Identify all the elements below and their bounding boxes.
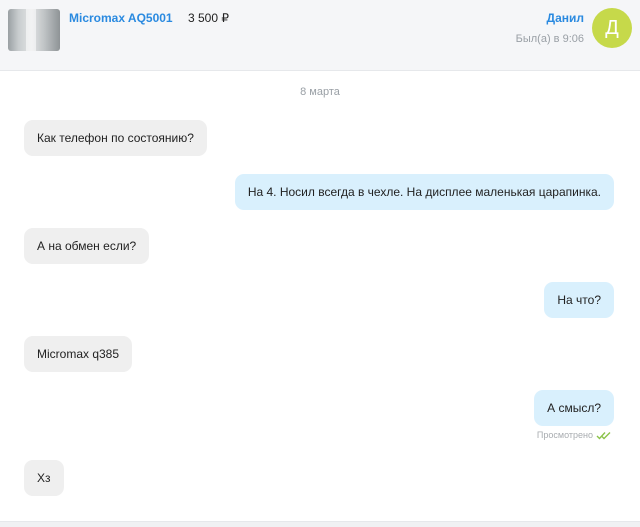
message-incoming: Как телефон по состоянию? (24, 120, 207, 156)
thumbnail-shine (26, 9, 36, 51)
message-incoming: Micromax q385 (24, 336, 133, 372)
date-separator: 8 марта (300, 86, 340, 98)
double-check-icon (596, 431, 611, 440)
message-outgoing: На 4. Носил всегда в чехле. На дисплее м… (234, 174, 614, 210)
read-status-label: Просмотрено (536, 430, 593, 440)
contact-avatar[interactable]: Д (592, 8, 632, 48)
contact-name-link[interactable]: Данил (547, 11, 584, 25)
read-status: Просмотрено (537, 430, 612, 440)
chat-header: Micromax AQ5001 3 500 ₽ Данил Был(а) в 9… (0, 0, 640, 71)
message-outgoing: А смысл? (534, 390, 614, 426)
listing-title-link[interactable]: Micromax AQ5001 (69, 11, 173, 25)
last-seen-status: Был(а) в 9:06 (515, 33, 584, 45)
listing-thumbnail[interactable] (8, 9, 60, 51)
footer-divider (0, 521, 640, 527)
message-incoming: А на обмен если? (24, 228, 150, 264)
message-outgoing: На что? (544, 282, 614, 318)
listing-price: 3 500 ₽ (188, 11, 229, 25)
message-incoming: Хз (24, 460, 64, 496)
